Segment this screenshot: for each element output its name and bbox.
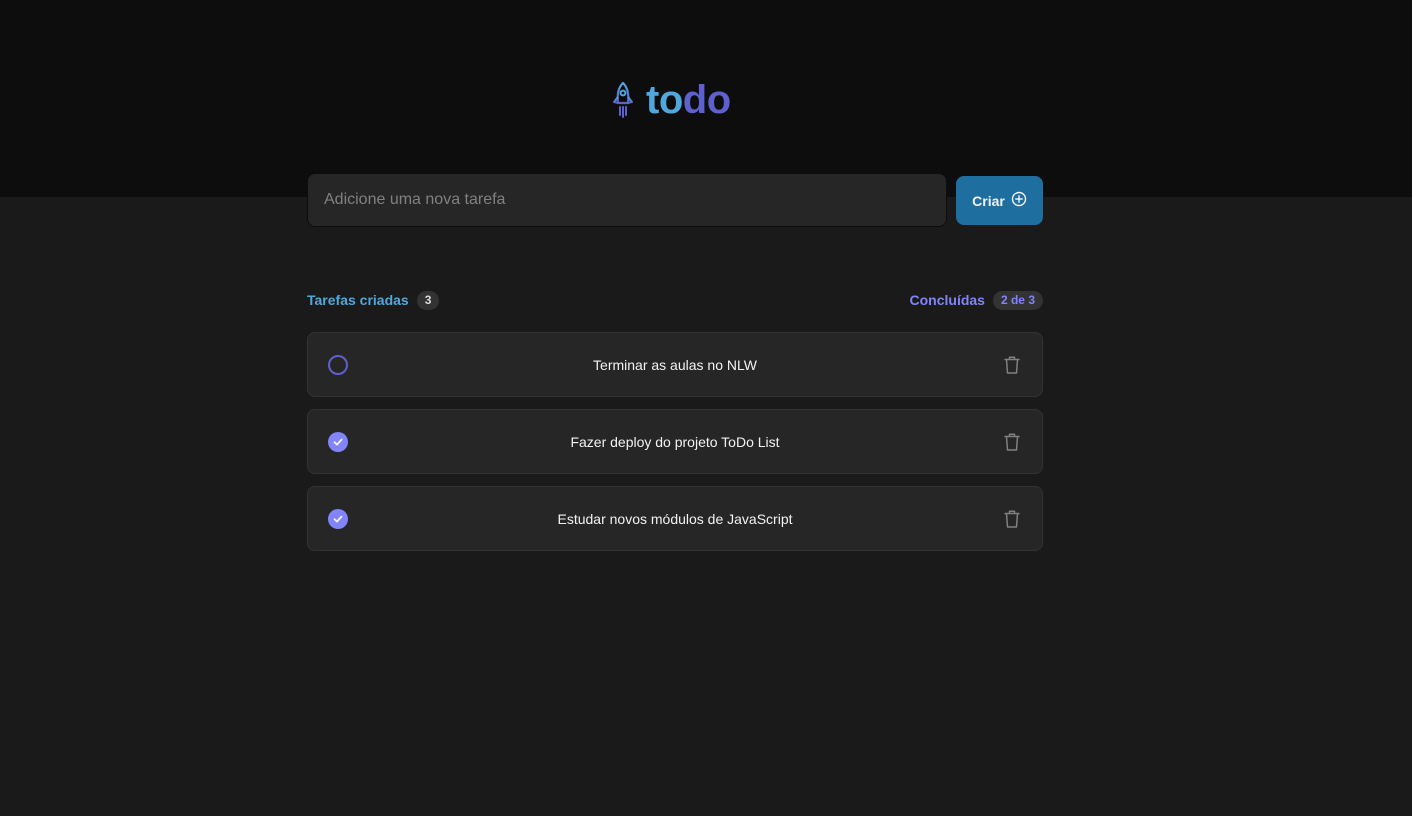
check-icon — [333, 438, 343, 445]
check-icon — [333, 515, 343, 522]
task-stats: Tarefas criadas 3 Concluídas 2 de 3 — [307, 289, 1043, 311]
new-task-form: Criar — [307, 173, 1043, 227]
task-checkbox-unchecked[interactable] — [328, 354, 348, 375]
task-text: Terminar as aulas no NLW — [593, 356, 757, 373]
trash-icon[interactable] — [1002, 509, 1022, 529]
task-item: Estudar novos módulos de JavaScript — [307, 486, 1043, 551]
created-tasks-stat: Tarefas criadas 3 — [307, 290, 440, 310]
create-button-label: Criar — [972, 192, 1005, 209]
task-text: Fazer deploy do projeto ToDo List — [570, 433, 780, 450]
rocket-icon — [610, 81, 636, 119]
create-button[interactable]: Criar — [956, 176, 1043, 225]
trash-icon[interactable] — [1002, 355, 1022, 375]
created-tasks-count: 3 — [416, 290, 440, 310]
task-item: Terminar as aulas no NLW — [307, 332, 1043, 397]
logo-text: todo — [646, 80, 731, 120]
task-item: Fazer deploy do projeto ToDo List — [307, 409, 1043, 474]
app-logo: todo — [610, 80, 731, 120]
logo-text-to: to — [646, 78, 683, 122]
created-tasks-label: Tarefas criadas — [307, 292, 409, 308]
task-text: Estudar novos módulos de JavaScript — [557, 510, 793, 527]
completed-tasks-count: 2 de 3 — [992, 290, 1043, 310]
completed-tasks-stat: Concluídas 2 de 3 — [909, 290, 1043, 310]
logo-text-do: do — [682, 78, 731, 122]
task-checkbox-checked[interactable] — [328, 508, 348, 529]
task-checkbox-checked[interactable] — [328, 431, 348, 452]
app-header: todo — [0, 0, 1412, 197]
trash-icon[interactable] — [1002, 432, 1022, 452]
completed-tasks-label: Concluídas — [909, 292, 985, 308]
new-task-input[interactable] — [307, 173, 947, 227]
task-list: Terminar as aulas no NLW Fazer deploy do… — [307, 332, 1043, 551]
plus-circle-icon — [1011, 191, 1027, 210]
